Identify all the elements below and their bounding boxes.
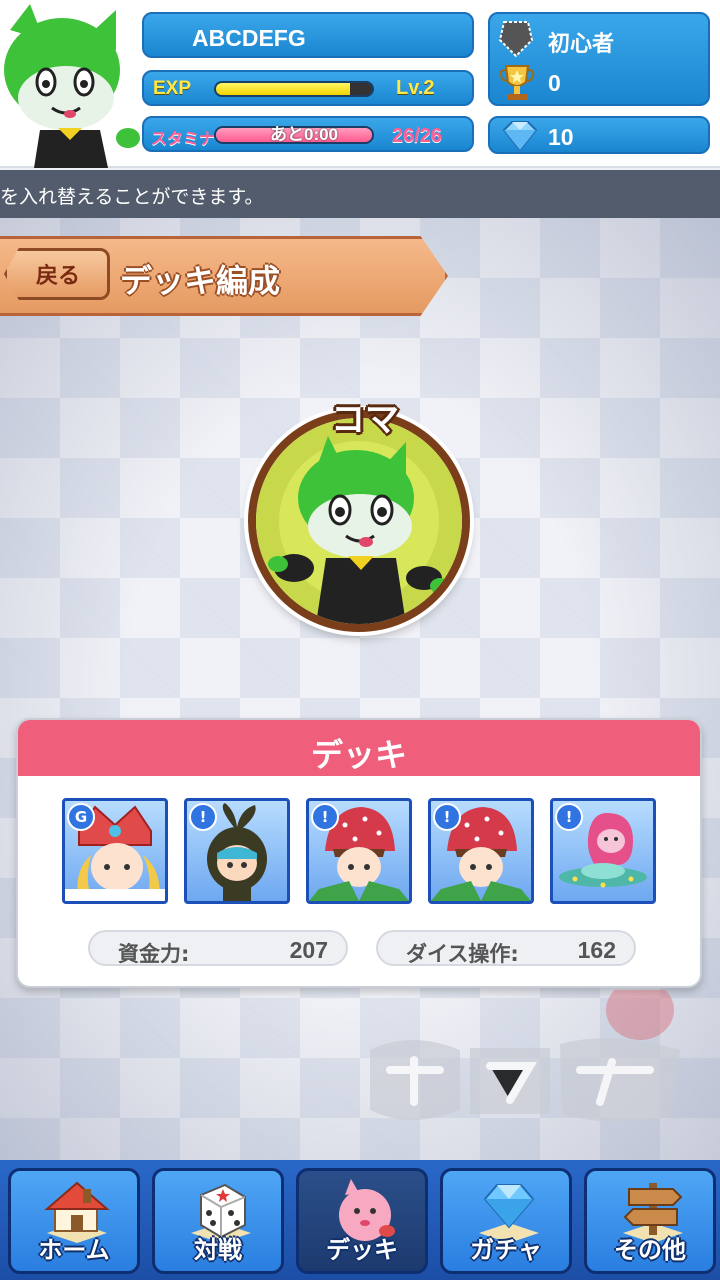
stamina-gauge: スタミナ あと0:00 26/26 (142, 116, 474, 152)
bottom-nav: ホーム 対戦 デッキ ガチャ その他 (0, 1160, 720, 1280)
character-label: コマ (331, 400, 399, 440)
game-logo-watermark (370, 990, 680, 1122)
deck-card[interactable]: G (62, 798, 168, 904)
rank-text: 初心者 (548, 32, 615, 57)
rank-panel: 初心者 0 (488, 12, 710, 106)
stat-funds-label: 資金力: (118, 942, 190, 966)
stat-funds: 資金力: 207 (88, 930, 348, 966)
nav-deck-button[interactable]: デッキ (296, 1168, 428, 1274)
deck-card[interactable]: ! (306, 798, 412, 904)
nav-other-button[interactable]: その他 (584, 1168, 716, 1274)
gem-panel[interactable]: 10 (488, 116, 710, 154)
player-avatar[interactable] (0, 0, 140, 168)
stat-dice-control: ダイス操作: 162 (376, 930, 636, 966)
player-name: ABCDEFG (142, 12, 474, 58)
nav-home-button[interactable]: ホーム (8, 1168, 140, 1274)
back-button-label[interactable]: 戻る (36, 258, 80, 290)
trophy-icon (499, 65, 535, 100)
gem-icon (502, 121, 538, 152)
exp-gauge: EXP Lv.2 (142, 70, 474, 106)
stat-dice-value: 162 (577, 937, 616, 963)
nav-home-label: ホーム (38, 1236, 110, 1264)
stat-funds-value: 207 (289, 937, 328, 963)
nav-gacha-label: ガチャ (470, 1236, 542, 1264)
page-title: デッキ編成 (120, 262, 281, 300)
stamina-count: 26/26 (392, 125, 443, 147)
card-type-badge: ! (189, 803, 217, 831)
stat-dice-label: ダイス操作: (406, 942, 519, 966)
deck-title: デッキ (310, 736, 407, 774)
exp-label: EXP (153, 78, 192, 99)
nav-deck-label: デッキ (326, 1236, 398, 1264)
exp-bar-fill (216, 83, 351, 95)
nav-gacha-button[interactable]: ガチャ (440, 1168, 572, 1274)
deck-card[interactable]: ! (550, 798, 656, 904)
deck-card[interactable]: ! (184, 798, 290, 904)
gem-count: 10 (548, 124, 574, 150)
card-type-badge: ! (555, 803, 583, 831)
deck-header: デッキ (18, 720, 700, 776)
deck-panel: デッキ G ! ! ! ! 資金力: 207 ダイス操作: 162 (16, 718, 702, 988)
nav-other-label: その他 (614, 1236, 686, 1264)
card-type-badge: G (67, 803, 95, 831)
level-text: Lv.2 (396, 77, 435, 99)
status-header: ABCDEFG EXP Lv.2 スタミナ あと0:00 26/26 初心者 0 (0, 0, 720, 168)
deck-card[interactable]: ! (428, 798, 534, 904)
trophy-count: 0 (548, 70, 561, 96)
nav-battle-label: 対戦 (194, 1236, 242, 1264)
stamina-timer: あと0:00 (269, 125, 339, 144)
nav-battle-button[interactable]: 対戦 (152, 1168, 284, 1274)
rank-emblem-icon (498, 21, 534, 58)
exp-bar (214, 81, 374, 97)
character-image (256, 418, 462, 624)
card-type-badge: ! (433, 803, 461, 831)
stamina-label: スタミナ (151, 131, 216, 148)
character-portrait[interactable] (248, 410, 470, 632)
card-type-badge: ! (311, 803, 339, 831)
news-ticker: を入れ替えることができます。 (0, 170, 720, 218)
